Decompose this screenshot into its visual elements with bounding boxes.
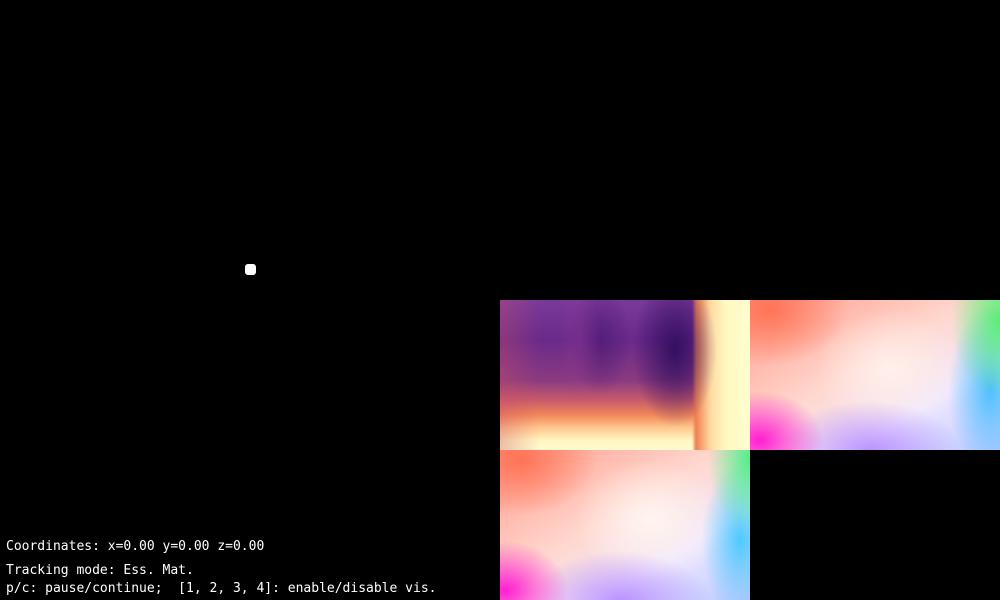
visualization-canvas: Coordinates: x=0.00 y=0.00 z=0.00 Tracki… bbox=[0, 0, 1000, 600]
tracking-mode-label: Tracking mode: Ess. Mat. bbox=[6, 563, 194, 578]
keyboard-help-text: p/c: pause/continue; [1, 2, 3, 4]: enabl… bbox=[6, 581, 437, 596]
optical-flow-panel-2 bbox=[500, 450, 750, 600]
trajectory-point bbox=[245, 264, 256, 275]
coordinates-readout: Coordinates: x=0.00 y=0.00 z=0.00 bbox=[6, 539, 265, 554]
depth-map-panel bbox=[500, 300, 750, 450]
optical-flow-panel-1 bbox=[750, 300, 1000, 450]
